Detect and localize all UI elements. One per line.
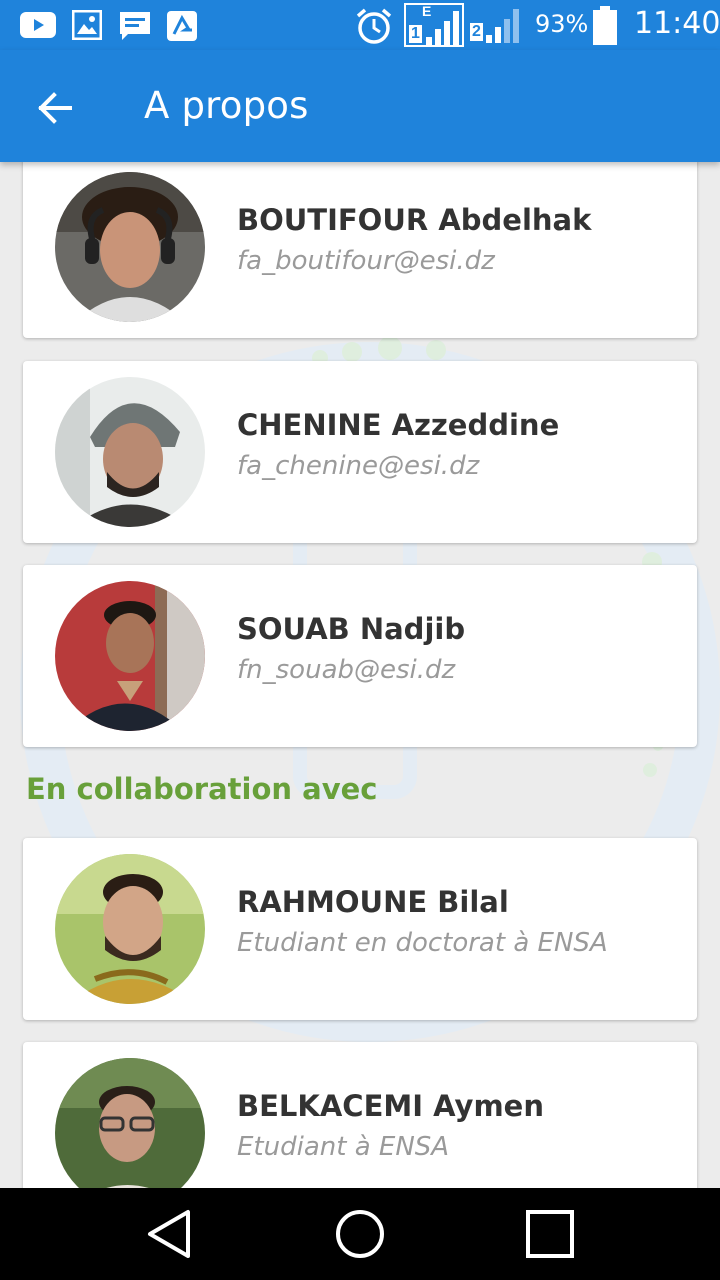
back-triangle-icon[interactable] [142, 1206, 198, 1262]
recents-square-icon[interactable] [522, 1206, 578, 1262]
app-bar: A propos [0, 50, 720, 162]
developer-email[interactable]: fa_chenine@esi.dz [237, 451, 479, 481]
developer-email[interactable]: fa_boutifour@esi.dz [237, 246, 495, 276]
developer-card[interactable]: CHENINE Azzeddine fa_chenine@esi.dz [23, 361, 697, 543]
message-icon [120, 12, 150, 40]
developer-card[interactable]: SOUAB Nadjib fn_souab@esi.dz [23, 565, 697, 747]
developer-email[interactable]: fn_souab@esi.dz [237, 655, 455, 685]
battery-icon [593, 6, 617, 45]
alarm-icon [356, 8, 392, 44]
developer-name: SOUAB Nadjib [237, 612, 466, 646]
sim1-label: 1 [409, 25, 422, 43]
collaborator-role: Etudiant en doctorat à ENSA [237, 928, 608, 958]
collaborator-name: BELKACEMI Aymen [237, 1089, 544, 1123]
avatar [55, 854, 205, 1004]
developer-card[interactable]: BOUTIFOUR Abdelhak fa_boutifour@esi.dz [23, 162, 697, 338]
clock: 11:40 [634, 6, 720, 41]
battery-percent: 93% [535, 10, 589, 38]
signal-icon: E 1 [404, 3, 464, 47]
collaborator-card[interactable]: BELKACEMI Aymen Etudiant à ENSA [23, 1042, 697, 1188]
signal-icon-2: 2 [468, 3, 524, 47]
avatar [55, 581, 205, 731]
home-circle-icon[interactable] [332, 1206, 388, 1262]
avatar [55, 1058, 205, 1188]
back-button[interactable] [22, 76, 86, 140]
developer-name: BOUTIFOUR Abdelhak [237, 203, 592, 237]
avatar [55, 377, 205, 527]
arrow-back-icon [38, 92, 72, 124]
collaborator-role: Etudiant à ENSA [237, 1132, 450, 1162]
app-notification-icon [167, 11, 197, 41]
avatar [55, 172, 205, 322]
status-bar: E 1 2 93% 11:40 [0, 0, 720, 50]
collaborator-name: RAHMOUNE Bilal [237, 885, 509, 919]
about-content[interactable]: BOUTIFOUR Abdelhak fa_boutifour@esi.dz C… [0, 162, 720, 1188]
developer-name: CHENINE Azzeddine [237, 408, 560, 442]
system-nav-bar [0, 1188, 720, 1280]
gallery-icon [72, 10, 102, 40]
sim2-label: 2 [470, 23, 483, 41]
collaboration-heading: En collaboration avec [26, 772, 378, 806]
collaborator-card[interactable]: RAHMOUNE Bilal Etudiant en doctorat à EN… [23, 838, 697, 1020]
page-title: A propos [144, 84, 309, 127]
youtube-icon [20, 12, 56, 38]
